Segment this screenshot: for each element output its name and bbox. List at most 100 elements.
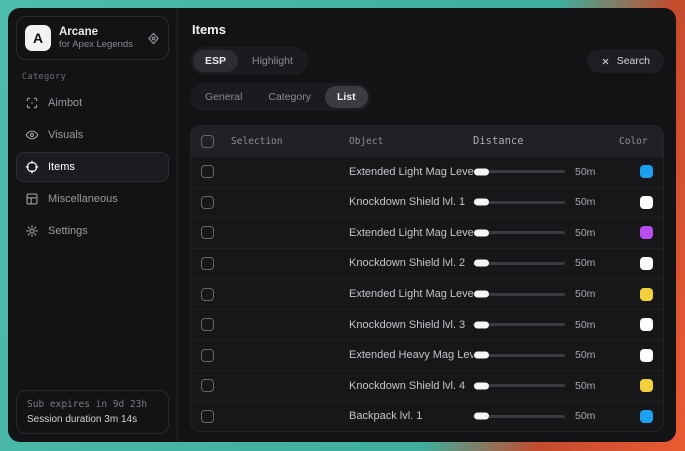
slider-handle[interactable] [474,291,489,298]
table-row: Extended Heavy Mag Level 1 50m [191,339,663,370]
color-swatch[interactable] [640,318,653,331]
table-row: Extended Light Mag Level 4 50m [191,278,663,309]
distance-value: 50m [575,257,595,269]
object-name: Extended Light Mag Level 3 [349,227,473,239]
sidebar-item-label: Visuals [48,129,83,141]
distance-slider[interactable] [473,262,565,265]
object-name: Knockdown Shield lvl. 3 [349,319,473,331]
session-duration: Session duration 3m 14s [27,414,158,425]
sidebar-nav: Aimbot Visuals Items Miscellaneous Setti… [16,88,169,246]
distance-slider[interactable] [473,231,565,234]
mode-tab[interactable]: Highlight [240,50,305,72]
toolbar: ESPHighlight Search [190,47,664,75]
column-header-object: Object [349,136,473,147]
app-logo: A [25,25,51,51]
slider-handle[interactable] [474,413,489,420]
target-icon [25,160,39,174]
mode-tab[interactable]: ESP [193,50,238,72]
distance-value: 50m [575,349,595,361]
object-name: Extended Light Mag Level 4 [349,288,473,300]
grid-icon [25,192,39,206]
app-header-card: A Arcane for Apex Legends [16,16,169,60]
sidebar-item[interactable]: Items [16,152,169,182]
slider-handle[interactable] [474,199,489,206]
distance-value: 50m [575,196,595,208]
row-checkbox[interactable] [201,288,214,301]
distance-slider[interactable] [473,415,565,418]
row-checkbox[interactable] [201,379,214,392]
slider-handle[interactable] [474,382,489,389]
table-row: Extended Light Mag Level 3 50m [191,217,663,248]
eye-icon [25,128,39,142]
column-header-distance: Distance [473,135,619,147]
sidebar-item-label: Settings [48,225,88,237]
sidebar-item[interactable]: Settings [16,216,169,246]
distance-slider[interactable] [473,323,565,326]
shield-icon[interactable] [147,32,160,45]
row-checkbox[interactable] [201,226,214,239]
distance-slider[interactable] [473,354,565,357]
color-swatch[interactable] [640,257,653,270]
sidebar-item-label: Miscellaneous [48,193,118,205]
items-table: Selection Object Distance Color Extended… [190,125,664,432]
table-row: Knockdown Shield lvl. 3 50m [191,309,663,340]
sidebar-item-label: Items [48,161,75,173]
distance-value: 50m [575,227,595,239]
distance-slider[interactable] [473,293,565,296]
sidebar-item-label: Aimbot [48,97,82,109]
page-title: Items [192,22,664,37]
column-header-color: Color [619,136,653,147]
color-swatch[interactable] [640,410,653,423]
table-header-row: Selection Object Distance Color [191,126,663,156]
row-checkbox[interactable] [201,318,214,331]
sidebar-item[interactable]: Miscellaneous [16,184,169,214]
slider-handle[interactable] [474,321,489,328]
row-checkbox[interactable] [201,349,214,362]
color-swatch[interactable] [640,379,653,392]
color-swatch[interactable] [640,165,653,178]
sidebar-item[interactable]: Visuals [16,120,169,150]
distance-value: 50m [575,288,595,300]
mode-tabs: ESPHighlight [190,47,308,75]
color-swatch[interactable] [640,196,653,209]
app-name: Arcane [59,25,133,39]
slider-handle[interactable] [474,260,489,267]
table-row: Backpack lvl. 1 50m [191,401,663,432]
column-header-selection: Selection [231,136,349,147]
view-tab[interactable]: General [193,86,254,108]
distance-slider[interactable] [473,170,565,173]
slider-handle[interactable] [474,229,489,236]
close-icon [601,57,610,66]
sidebar: A Arcane for Apex Legends Category Aimbo… [8,8,178,442]
slider-handle[interactable] [474,168,489,175]
search-button[interactable]: Search [587,49,664,73]
distance-value: 50m [575,410,595,422]
view-tab[interactable]: Category [256,86,323,108]
row-checkbox[interactable] [201,196,214,209]
subscription-expiry: Sub expires in 9d 23h [27,399,158,410]
object-name: Backpack lvl. 1 [349,410,473,422]
table-row: Knockdown Shield lvl. 2 50m [191,248,663,279]
row-checkbox[interactable] [201,410,214,423]
color-swatch[interactable] [640,349,653,362]
color-swatch[interactable] [640,226,653,239]
view-tab[interactable]: List [325,86,368,108]
color-swatch[interactable] [640,288,653,301]
row-checkbox[interactable] [201,257,214,270]
object-name: Extended Light Mag Level 2 [349,166,473,178]
view-tabs: GeneralCategoryList [190,83,371,111]
object-name: Knockdown Shield lvl. 4 [349,380,473,392]
select-all-checkbox[interactable] [201,135,214,148]
distance-slider[interactable] [473,201,565,204]
sidebar-item[interactable]: Aimbot [16,88,169,118]
object-name: Extended Heavy Mag Level 1 [349,349,473,361]
distance-value: 50m [575,319,595,331]
slider-handle[interactable] [474,352,489,359]
category-label: Category [22,72,163,82]
session-info-card: Sub expires in 9d 23h Session duration 3… [16,390,169,434]
distance-slider[interactable] [473,384,565,387]
table-row: Knockdown Shield lvl. 4 50m [191,370,663,401]
app-window: A Arcane for Apex Legends Category Aimbo… [8,8,676,442]
row-checkbox[interactable] [201,165,214,178]
distance-value: 50m [575,166,595,178]
